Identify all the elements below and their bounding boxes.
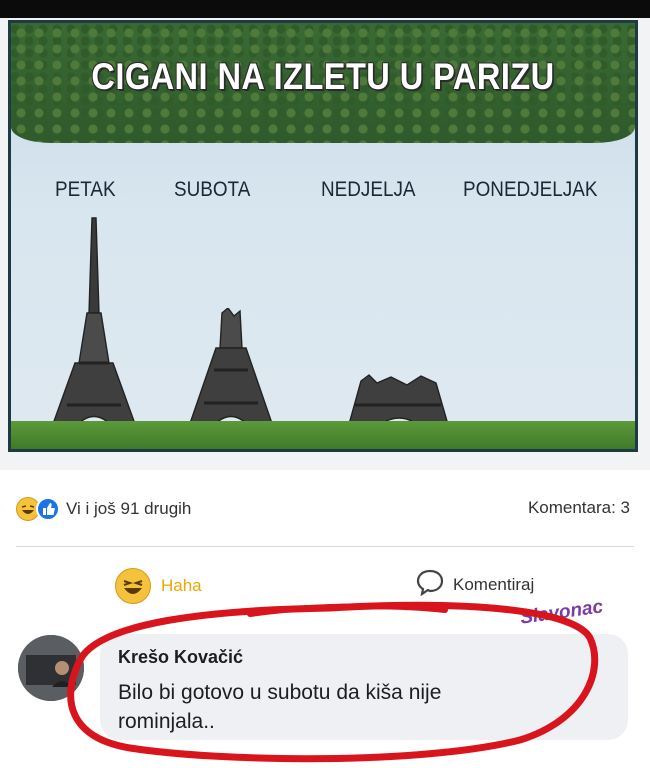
meme-day-monday: PONEDJELJAK	[463, 178, 598, 201]
reactions-text: Vi i još 91 drugih	[66, 499, 192, 518]
meme-day-sunday: NEDJELJA	[321, 178, 416, 201]
comments-count[interactable]: Komentara: 3	[528, 498, 630, 518]
meme-title: CIGANI NA IZLETU U PARIZU	[91, 56, 555, 97]
meme-grass	[11, 421, 635, 449]
meme-day-friday: PETAK	[55, 178, 116, 201]
red-highlight-circle	[67, 601, 599, 763]
top-dark-bar	[0, 0, 650, 18]
eiffel-tower-full-icon	[48, 217, 140, 436]
like-reaction-icon	[36, 497, 60, 521]
meme-image[interactable]: CIGANI NA IZLETU U PARIZU PETAK SUBOTA N…	[8, 20, 638, 452]
divider	[16, 546, 634, 547]
reaction-summary[interactable]: Vi i još 91 drugih	[16, 497, 191, 521]
meme-day-saturday: SUBOTA	[174, 178, 251, 201]
eiffel-tower-damaged-icon	[185, 308, 277, 436]
